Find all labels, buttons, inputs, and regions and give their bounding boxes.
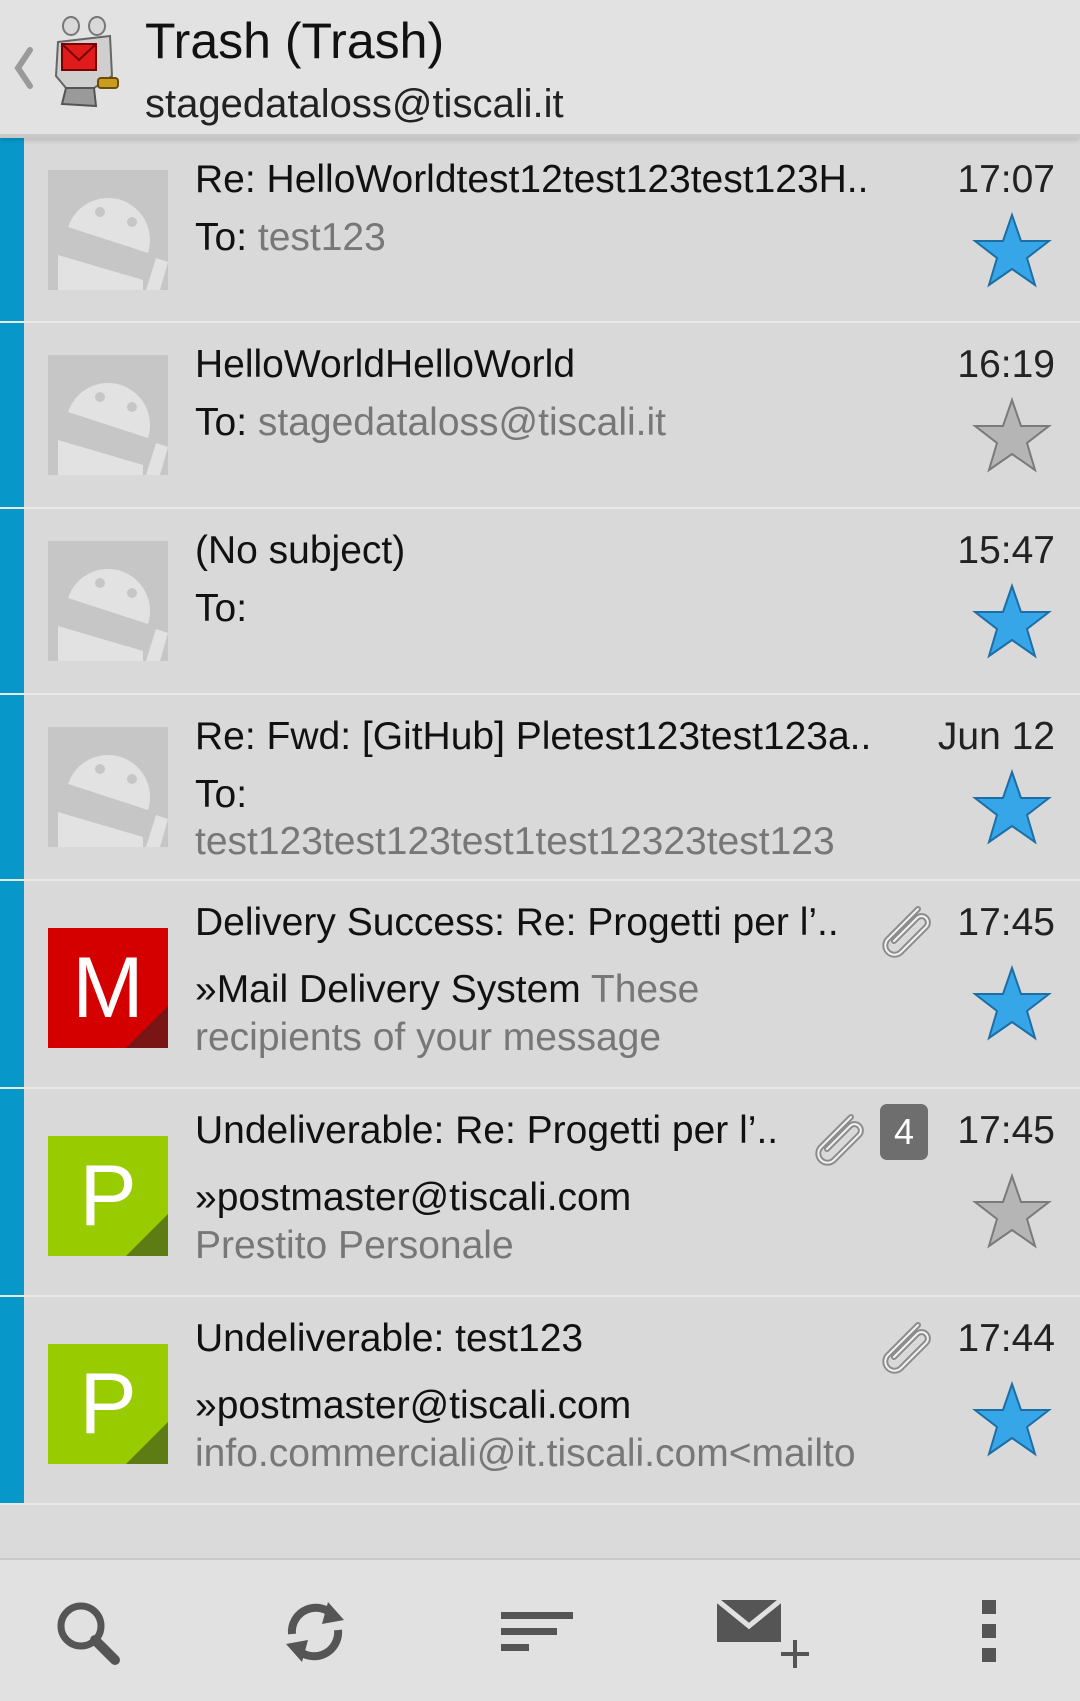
message-row[interactable]: Re: Fwd: [GitHub] Pletest123test123a.. J… <box>0 695 1080 881</box>
contact-avatar: P <box>48 1344 168 1464</box>
preview-text-line: Prestito Personale <box>195 1224 514 1267</box>
back-chevron-icon[interactable] <box>8 38 38 98</box>
star-icon[interactable] <box>972 769 1052 845</box>
star-icon[interactable] <box>972 1173 1052 1249</box>
overflow-menu-icon[interactable] <box>945 1590 1035 1674</box>
contact-placeholder-icon <box>48 170 168 290</box>
message-recipient-value: test123test123test1test12323test123 <box>195 820 835 863</box>
message-time: 17:45 <box>957 1109 1055 1152</box>
star-icon[interactable] <box>972 965 1052 1041</box>
message-time: Jun 12 <box>937 715 1055 758</box>
message-time: 17:44 <box>957 1317 1055 1360</box>
search-icon[interactable] <box>45 1590 135 1674</box>
preview-text-line: info.commerciali@it.tiscali.com<mailto <box>195 1432 856 1475</box>
sender-name: »Mail Delivery System <box>195 968 581 1011</box>
message-sender-preview: »Mail Delivery System These <box>195 965 699 1015</box>
unread-indicator <box>0 881 24 1087</box>
to-value: test123 <box>257 216 386 259</box>
refresh-icon[interactable] <box>270 1590 360 1674</box>
bottom-toolbar <box>0 1558 1080 1701</box>
sender-name: »postmaster@tiscali.com <box>195 1176 632 1219</box>
message-time: 16:19 <box>957 343 1055 386</box>
k9-mail-logo-icon[interactable] <box>44 14 124 114</box>
to-label: To: <box>195 216 248 259</box>
to-label: To: <box>195 587 248 630</box>
attachment-icon <box>882 906 931 958</box>
star-icon[interactable] <box>972 583 1052 659</box>
to-value: stagedataloss@tiscali.it <box>257 401 666 444</box>
sort-icon[interactable] <box>495 1590 585 1674</box>
contact-placeholder-icon <box>48 541 168 661</box>
preview-text-line: recipients of your message <box>195 1016 662 1059</box>
unread-indicator <box>0 509 24 693</box>
message-subject: Undeliverable: Re: Progetti per l’.. <box>195 1109 779 1152</box>
attachment-icon <box>815 1114 864 1166</box>
contact-placeholder-icon <box>48 727 168 847</box>
message-row[interactable]: P Undeliverable: Re: Progetti per l’.. 4… <box>0 1089 1080 1297</box>
message-recipient: To: stagedataloss@tiscali.it <box>195 398 666 448</box>
star-icon[interactable] <box>972 1381 1052 1457</box>
message-time: 17:07 <box>957 158 1055 201</box>
thread-count-badge: 4 <box>880 1104 928 1160</box>
message-time: 17:45 <box>957 901 1055 944</box>
message-subject: Undeliverable: test123 <box>195 1317 584 1360</box>
message-row[interactable]: P Undeliverable: test123 17:44 »postmast… <box>0 1297 1080 1505</box>
unread-indicator <box>0 1297 24 1503</box>
unread-indicator <box>0 695 24 879</box>
contact-avatar: M <box>48 928 168 1048</box>
unread-indicator <box>0 323 24 507</box>
contact-placeholder-icon <box>48 355 168 475</box>
message-subject: (No subject) <box>195 529 406 572</box>
action-bar: Trash (Trash) stagedataloss@tiscali.it <box>0 0 1080 138</box>
preview-text: These <box>590 968 700 1011</box>
attachment-icon <box>882 1322 931 1374</box>
message-recipient-label: To: <box>195 773 248 816</box>
account-email: stagedataloss@tiscali.it <box>145 82 564 126</box>
message-recipient: To: test123 <box>195 213 386 263</box>
folder-title: Trash (Trash) <box>145 13 445 69</box>
star-icon[interactable] <box>972 212 1052 288</box>
message-subject: Re: HelloWorldtest12test123test123H.. <box>195 158 869 201</box>
message-subject: HelloWorldHelloWorld <box>195 343 576 386</box>
message-list[interactable]: Re: HelloWorldtest12test123test123H.. 17… <box>0 138 1080 1558</box>
contact-avatar: P <box>48 1136 168 1256</box>
star-icon[interactable] <box>972 397 1052 473</box>
sender-name: »postmaster@tiscali.com <box>195 1384 632 1427</box>
unread-indicator <box>0 138 24 321</box>
message-subject: Delivery Success: Re: Progetti per l’.. <box>195 901 839 944</box>
message-subject: Re: Fwd: [GitHub] Pletest123test123a.. <box>195 715 872 758</box>
message-row[interactable]: M Delivery Success: Re: Progetti per l’.… <box>0 881 1080 1089</box>
compose-icon[interactable] <box>715 1590 815 1674</box>
to-label: To: <box>195 401 248 444</box>
message-row[interactable]: Re: HelloWorldtest12test123test123H.. 17… <box>0 138 1080 323</box>
message-row[interactable]: (No subject) 15:47 To: <box>0 509 1080 695</box>
message-recipient: To: <box>195 584 247 634</box>
unread-indicator <box>0 1089 24 1295</box>
message-time: 15:47 <box>957 529 1055 572</box>
message-row[interactable]: HelloWorldHelloWorld 16:19 To: stagedata… <box>0 323 1080 509</box>
